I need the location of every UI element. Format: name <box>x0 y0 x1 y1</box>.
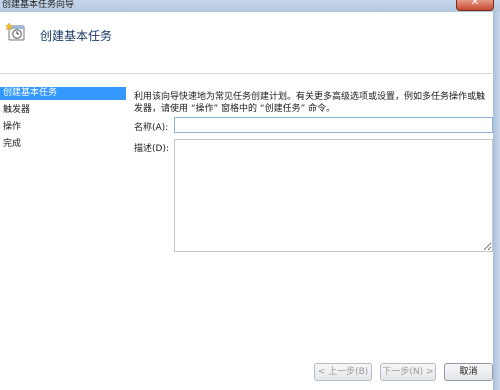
name-input[interactable] <box>174 117 493 133</box>
client-area: 创建基本任务 创建基本任务 触发器 操作 完成 利用该向导快速地为常见任务创建计… <box>0 12 493 390</box>
name-label: 名称(A): <box>134 123 169 133</box>
back-button[interactable]: < 上一步(B) <box>314 363 372 381</box>
close-button[interactable]: ✕ <box>456 0 494 11</box>
wizard-header: 创建基本任务 <box>0 12 493 60</box>
nav-item-action[interactable]: 操作 <box>0 121 126 134</box>
nav-item-finish[interactable]: 完成 <box>0 138 126 151</box>
page-title: 创建基本任务 <box>40 29 113 43</box>
next-button[interactable]: 下一步(N) > <box>380 363 436 381</box>
wizard-description: 利用该向导快速地为常见任务创建计划。有关更多高级选项或设置，例如多任务操作或触发… <box>134 92 486 114</box>
wizard-window: 创建基本任务向导 ✕ 创建基本任务 创建基本任务 触发器 操作 完成 利用该向导… <box>0 0 500 390</box>
cancel-button[interactable]: 取消 <box>444 363 493 381</box>
task-clock-icon <box>6 22 25 41</box>
wizard-steps-nav: 创建基本任务 触发器 操作 完成 <box>0 87 126 155</box>
nav-item-create-basic-task[interactable]: 创建基本任务 <box>0 87 126 100</box>
nav-item-trigger[interactable]: 触发器 <box>0 104 126 117</box>
window-title: 创建基本任务向导 <box>2 0 75 10</box>
close-icon: ✕ <box>470 0 480 8</box>
description-textarea[interactable] <box>174 139 493 252</box>
header-divider <box>0 73 493 74</box>
description-label: 描述(D): <box>134 144 169 154</box>
title-bar[interactable]: 创建基本任务向导 ✕ <box>0 0 500 12</box>
window-frame-right <box>493 12 500 390</box>
